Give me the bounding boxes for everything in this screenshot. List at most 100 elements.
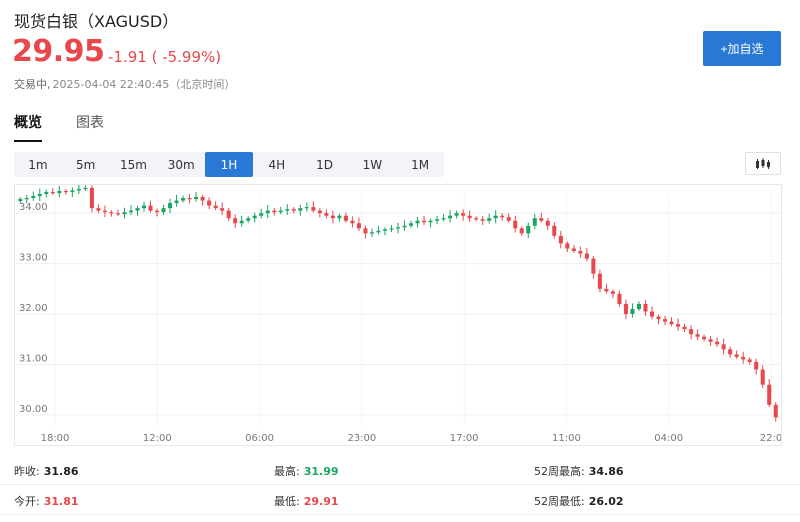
period-1m[interactable]: 1m [14, 152, 62, 177]
candle-body [584, 253, 589, 259]
candle-body [298, 208, 303, 211]
candle-body [50, 191, 55, 194]
timestamp: 2025-04-04 22:40:45（北京时间） [52, 78, 236, 91]
stat-value: 34.86 [588, 465, 624, 478]
y-tick-label: 34.00 [19, 202, 48, 213]
candlestick-icon [756, 157, 770, 169]
candle-body [702, 336, 707, 340]
candle-body [369, 232, 374, 234]
candle-body [760, 369, 765, 385]
stat-low: 最低: 29.91 [274, 493, 339, 509]
candle-body [363, 228, 368, 234]
candle-body [558, 235, 563, 244]
candle-body [461, 213, 466, 216]
stat-value: 31.86 [43, 465, 79, 478]
candle-body [141, 205, 147, 209]
candle-body [57, 190, 62, 193]
tab-overview[interactable]: 概览 [14, 112, 42, 142]
candle-body [721, 344, 726, 350]
stat-label: 最低: [274, 495, 300, 508]
candle-body [376, 230, 381, 233]
candle-body [623, 303, 628, 315]
stat-label: 52周最低: [534, 495, 585, 508]
candle-body [643, 303, 648, 312]
candle-body [480, 219, 485, 221]
candle-body [448, 215, 453, 219]
candle-body [194, 197, 199, 200]
y-tick-label: 32.00 [19, 303, 48, 314]
candle-body [689, 329, 694, 335]
y-tick-label: 30.00 [19, 404, 48, 415]
period-15m[interactable]: 15m [110, 152, 158, 177]
candle-body [63, 190, 68, 193]
period-30m[interactable]: 30m [157, 152, 205, 177]
period-5m[interactable]: 5m [62, 152, 110, 177]
period-1w[interactable]: 1W [348, 152, 396, 177]
candle-body [246, 218, 251, 221]
stats-panel: 昨收: 31.86 最高: 31.99 52周最高: 34.86 今开: 31.81 最… [0, 455, 800, 515]
stat-value: 29.91 [303, 495, 339, 508]
candle-body [128, 210, 133, 213]
candle-body [610, 291, 615, 294]
candle-body [636, 303, 641, 309]
period-4h[interactable]: 4H [253, 152, 301, 177]
tab-chart[interactable]: 图表 [76, 112, 104, 142]
stat-open: 今开: 31.81 [14, 493, 79, 509]
stat-high: 最高: 31.99 [274, 463, 339, 479]
candle-body [539, 218, 544, 221]
candle-body [233, 218, 238, 224]
period-1d[interactable]: 1D [301, 152, 349, 177]
stat-52w-high: 52周最高: 34.86 [534, 463, 624, 479]
stat-label: 昨收: [14, 465, 40, 478]
stat-label: 52周最高: [534, 465, 585, 478]
candle-body [519, 228, 524, 234]
candle-body [532, 218, 537, 226]
candle-body [734, 354, 739, 357]
chart-type-button[interactable] [745, 152, 781, 175]
add-watchlist-button[interactable]: +加自选 [703, 31, 781, 66]
candle-body [330, 215, 335, 219]
candle-body [428, 220, 433, 223]
stats-row-1: 昨收: 31.86 最高: 31.99 52周最高: 34.86 [0, 455, 800, 485]
candle-body [356, 223, 361, 229]
candle-body [311, 207, 316, 211]
y-tick-label: 31.00 [19, 353, 48, 364]
candle-body [207, 200, 212, 206]
candle-body [31, 196, 36, 199]
candle-body [754, 361, 759, 370]
candle-body [513, 220, 518, 229]
x-tick-label: 22:0 [760, 433, 781, 444]
period-1h[interactable]: 1H [205, 152, 253, 177]
candle-body [741, 356, 746, 360]
candle-body [747, 359, 752, 362]
candle-body [252, 215, 257, 219]
candle-body [767, 384, 772, 405]
candle-body [435, 219, 440, 221]
candle-body [18, 199, 23, 202]
candle-body [474, 218, 479, 220]
candle-body [213, 205, 218, 209]
candlestick-chart: 34.00 33.00 32.00 31.00 30.00 18:00 12:00 06:00… [15, 185, 781, 444]
candle-body [285, 209, 290, 211]
price-chart[interactable]: 34.00 33.00 32.00 31.00 30.00 18:00 12:00 06:00… [14, 184, 782, 446]
current-price: 29.95 [12, 34, 105, 69]
stat-value: 31.81 [43, 495, 79, 508]
candle-body [304, 207, 309, 209]
stat-value: 26.02 [588, 495, 624, 508]
candle-body [337, 215, 342, 219]
candle-body [415, 220, 420, 224]
candle-body [441, 218, 446, 220]
stat-label: 最高: [274, 465, 300, 478]
period-1mo[interactable]: 1M [396, 152, 444, 177]
candle-body [259, 213, 264, 216]
candle-body [350, 220, 355, 224]
candle-body [669, 321, 674, 325]
stats-row-2: 今开: 31.81 最低: 29.91 52周最低: 26.02 [0, 485, 800, 515]
candle-body [278, 210, 283, 213]
stat-label: 今开: [14, 495, 40, 508]
candle-body [239, 220, 244, 224]
candle-body [676, 324, 681, 327]
tab-bar: 概览 图表 [14, 112, 104, 142]
candle-body [545, 220, 550, 226]
period-selector: 1m 5m 15m 30m 1H 4H 1D 1W 1M [14, 152, 444, 177]
